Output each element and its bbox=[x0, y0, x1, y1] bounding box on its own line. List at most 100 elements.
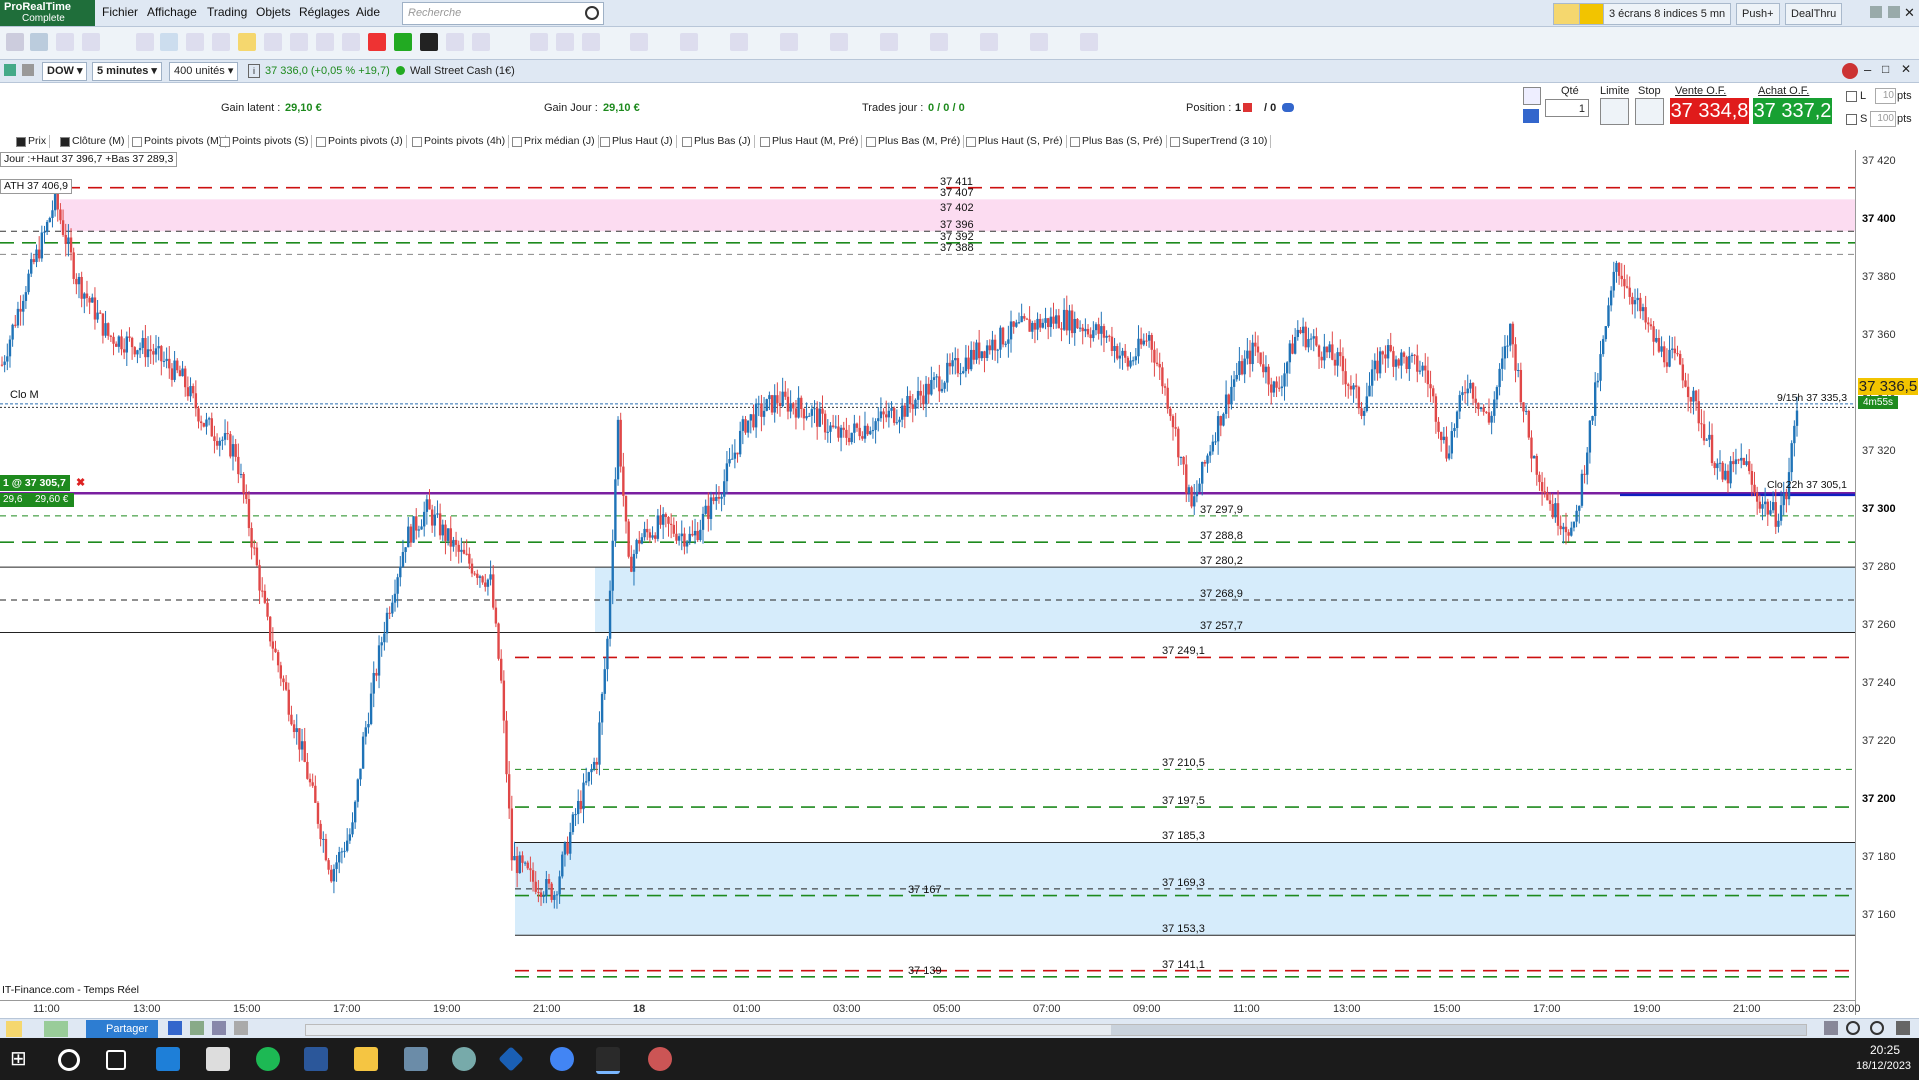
forward-icon[interactable] bbox=[1888, 6, 1900, 18]
extension-icon[interactable] bbox=[780, 33, 798, 51]
wrench-icon[interactable] bbox=[1523, 87, 1541, 105]
zoom-area-icon[interactable] bbox=[1824, 1021, 1838, 1035]
zoom-icon[interactable] bbox=[56, 33, 74, 51]
position-marker[interactable]: 1 @ 37 305,7 bbox=[0, 475, 70, 491]
sell-arrow-icon[interactable] bbox=[368, 33, 386, 51]
calculator-icon[interactable] bbox=[1523, 109, 1539, 123]
buy-arrow-icon[interactable] bbox=[394, 33, 412, 51]
spreadsheet-icon[interactable] bbox=[190, 1021, 204, 1035]
menu-aide[interactable]: Aide bbox=[356, 5, 380, 19]
indicator-toggle-7[interactable]: Plus Haut (J) bbox=[598, 135, 677, 148]
dealthru-button[interactable]: DealThru bbox=[1785, 3, 1843, 25]
info-icon[interactable]: i bbox=[248, 64, 260, 78]
menu-reglages[interactable]: Réglages bbox=[299, 5, 350, 19]
price-chart[interactable]: Jour :+Haut 37 396,7 +Bas 37 289,3 ATH 3… bbox=[0, 150, 1855, 1015]
indicator-toggle-4[interactable]: Points pivots (J) bbox=[314, 135, 407, 148]
pen-tool-icon[interactable] bbox=[6, 1021, 22, 1037]
ruler-icon[interactable] bbox=[82, 33, 100, 51]
folder-icon[interactable] bbox=[354, 1047, 378, 1071]
vline-icon[interactable] bbox=[472, 33, 490, 51]
indicator-toggle-2[interactable]: Points pivots (M) bbox=[130, 135, 227, 148]
close-icon[interactable]: ✕ bbox=[1904, 5, 1915, 21]
quantity-input[interactable]: 1 bbox=[1545, 99, 1589, 117]
push-button[interactable]: Push+ bbox=[1736, 3, 1780, 25]
pitchfork-icon[interactable] bbox=[980, 33, 998, 51]
close-order-icon[interactable]: ✖ bbox=[76, 476, 85, 489]
windows-start-icon[interactable]: ⊞ bbox=[10, 1047, 34, 1071]
gann-icon[interactable] bbox=[680, 33, 698, 51]
ray-icon[interactable] bbox=[342, 33, 360, 51]
wave-icon[interactable] bbox=[1030, 33, 1048, 51]
limit-order-button[interactable] bbox=[1600, 98, 1629, 125]
text-icon[interactable] bbox=[186, 33, 204, 51]
word-icon[interactable] bbox=[304, 1047, 328, 1071]
buy-button[interactable]: 37 337,2 bbox=[1753, 98, 1832, 124]
l-points-input[interactable]: 10 bbox=[1875, 88, 1896, 104]
scrollbar-thumb[interactable] bbox=[1111, 1025, 1806, 1035]
move-icon[interactable] bbox=[160, 33, 178, 51]
cursor-icon[interactable] bbox=[30, 33, 48, 51]
units-select[interactable]: 400 unités ▾ bbox=[169, 62, 239, 81]
fibonacci-icon[interactable] bbox=[582, 33, 600, 51]
close-chart-icon[interactable]: ✕ bbox=[1901, 62, 1911, 76]
spotify-icon[interactable] bbox=[256, 1047, 280, 1071]
back-icon[interactable] bbox=[1870, 6, 1882, 18]
s-checkbox[interactable] bbox=[1846, 114, 1857, 125]
indicator-toggle-12[interactable]: Plus Bas (S, Pré) bbox=[1068, 135, 1167, 148]
indicator-toggle-6[interactable]: Prix médian (J) bbox=[510, 135, 599, 148]
indicator-add-icon[interactable] bbox=[44, 1021, 68, 1037]
segment-icon[interactable] bbox=[316, 33, 334, 51]
minimize-icon[interactable]: – bbox=[1864, 62, 1871, 77]
line-icon[interactable] bbox=[290, 33, 308, 51]
indicator-toggle-3[interactable]: Points pivots (S) bbox=[218, 135, 313, 148]
screens-button[interactable]: 3 écrans 8 indices 5 mn bbox=[1603, 3, 1732, 25]
indicator-toggle-9[interactable]: Plus Haut (M, Pré) bbox=[758, 135, 863, 148]
indicator-toggle-5[interactable]: Points pivots (4h) bbox=[410, 135, 510, 148]
position-detail-icon[interactable] bbox=[1282, 103, 1294, 112]
prorealtime-task-icon[interactable] bbox=[596, 1047, 620, 1074]
s-points-input[interactable]: 100 bbox=[1870, 111, 1896, 127]
teamviewer-icon[interactable] bbox=[498, 1046, 524, 1072]
screenshot-icon[interactable] bbox=[168, 1021, 182, 1035]
indicator-toggle-0[interactable]: Prix bbox=[14, 135, 51, 148]
search-taskbar-icon[interactable] bbox=[58, 1049, 80, 1071]
settings-gear-icon[interactable] bbox=[1896, 1021, 1910, 1035]
chat-icon[interactable] bbox=[1579, 3, 1605, 25]
calendar-icon[interactable] bbox=[212, 1021, 226, 1035]
outlook-icon[interactable] bbox=[156, 1047, 180, 1071]
rectangle-icon[interactable] bbox=[556, 33, 574, 51]
close-position-icon[interactable] bbox=[1243, 103, 1252, 112]
fan-icon[interactable] bbox=[630, 33, 648, 51]
interval-select[interactable]: 5 minutes ▾ bbox=[92, 62, 162, 81]
clock-icon[interactable] bbox=[234, 1021, 248, 1035]
mushroom-app-icon[interactable] bbox=[648, 1047, 672, 1071]
label-icon[interactable] bbox=[880, 33, 898, 51]
menu-objets[interactable]: Objets bbox=[256, 5, 291, 19]
indicator-toggle-11[interactable]: Plus Haut (S, Pré) bbox=[964, 135, 1067, 148]
pencil-icon[interactable] bbox=[6, 33, 24, 51]
menu-trading[interactable]: Trading bbox=[207, 5, 247, 19]
chart-type-icon[interactable] bbox=[4, 64, 16, 76]
link-icon[interactable] bbox=[22, 64, 34, 76]
channel-icon[interactable] bbox=[530, 33, 548, 51]
right-arrow-icon[interactable] bbox=[420, 33, 438, 51]
maximize-icon[interactable]: □ bbox=[1882, 62, 1889, 76]
symbol-select[interactable]: DOW ▾ bbox=[42, 62, 88, 81]
sell-button[interactable]: 37 334,8 bbox=[1670, 98, 1749, 124]
search-input[interactable]: Recherche bbox=[402, 2, 604, 25]
copy-icon[interactable] bbox=[212, 33, 230, 51]
app-icon[interactable] bbox=[452, 1047, 476, 1071]
calculator-app-icon[interactable] bbox=[404, 1047, 428, 1071]
hand-icon[interactable] bbox=[136, 33, 154, 51]
refresh-icon[interactable] bbox=[1842, 63, 1858, 79]
trash-icon[interactable] bbox=[264, 33, 282, 51]
menu-fichier[interactable]: Fichier bbox=[102, 5, 138, 19]
task-view-icon[interactable] bbox=[106, 1050, 126, 1070]
chrome-icon[interactable] bbox=[550, 1047, 574, 1071]
horizontal-scrollbar[interactable] bbox=[305, 1024, 1807, 1036]
zoom-out-icon[interactable] bbox=[1846, 1021, 1860, 1035]
pen-icon[interactable] bbox=[1553, 3, 1581, 25]
zoom-in-icon[interactable] bbox=[1870, 1021, 1884, 1035]
indicator-toggle-10[interactable]: Plus Bas (M, Pré) bbox=[864, 135, 965, 148]
retracement-icon[interactable] bbox=[730, 33, 748, 51]
